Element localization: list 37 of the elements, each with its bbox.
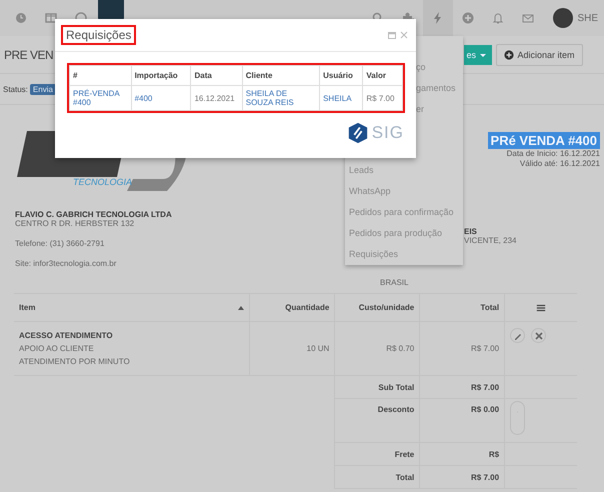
- client-country: BRASIL: [380, 278, 408, 287]
- column-header: Data: [194, 71, 212, 80]
- total-cell: R$ 7.00: [471, 344, 500, 353]
- client-address: VICENTE, 234: [464, 236, 516, 245]
- start-date: Data de Inicio: 16.12.2021: [506, 149, 600, 159]
- summary-value: R$: [488, 450, 500, 458]
- company-address: CENTRO R DR. HERBSTER 132: [15, 219, 136, 228]
- column-header: Importação: [134, 71, 178, 80]
- modal-title: Requisições: [61, 25, 136, 45]
- summary-label: Sub Total: [378, 382, 414, 392]
- unit-cost-cell: R$ 0.70: [386, 344, 414, 353]
- status-label: Status:: [3, 84, 28, 94]
- company-site: Site: infor3tecnologia.com.br: [15, 259, 118, 268]
- summary-label: Total: [396, 472, 414, 482]
- item-description: APOIO AO CLIENTE: [19, 344, 95, 353]
- status-badge: Envia: [30, 84, 56, 94]
- summary-value: R$ 7.00: [471, 472, 500, 482]
- item-description: ATENDIMENTO POR MINUTO: [19, 357, 131, 366]
- column-header: Valor: [366, 71, 386, 80]
- company-phone: Telefone: (31) 3660-2791: [15, 239, 106, 248]
- company-name: FLAVIO C. GABRICH TECNOLOGIA LTDA: [15, 210, 173, 219]
- page-title: PRE VEN: [4, 48, 54, 62]
- summary-label: Frete: [394, 450, 414, 458]
- summary-label: Desconto: [378, 405, 414, 414]
- column-header: Cliente: [246, 71, 272, 80]
- column-header: #: [73, 71, 78, 80]
- summary-value: R$ 0.00: [471, 405, 500, 414]
- client-name: EIS: [464, 227, 477, 236]
- quantity-cell: 10 UN: [306, 344, 330, 353]
- item-title: ACESSO ATENDIMENTO: [19, 331, 114, 340]
- summary-value: R$ 7.00: [471, 382, 500, 392]
- document-title: PRé VENDA #400: [488, 132, 600, 149]
- table-cell-text: 16.12.2021: [194, 94, 236, 102]
- column-header: Usuário: [323, 71, 353, 80]
- brand-name: SIG: [372, 123, 404, 143]
- table-cell-text: R$ 7.00: [366, 94, 396, 102]
- valid-date: Válido até: 16.12.2021: [520, 159, 600, 169]
